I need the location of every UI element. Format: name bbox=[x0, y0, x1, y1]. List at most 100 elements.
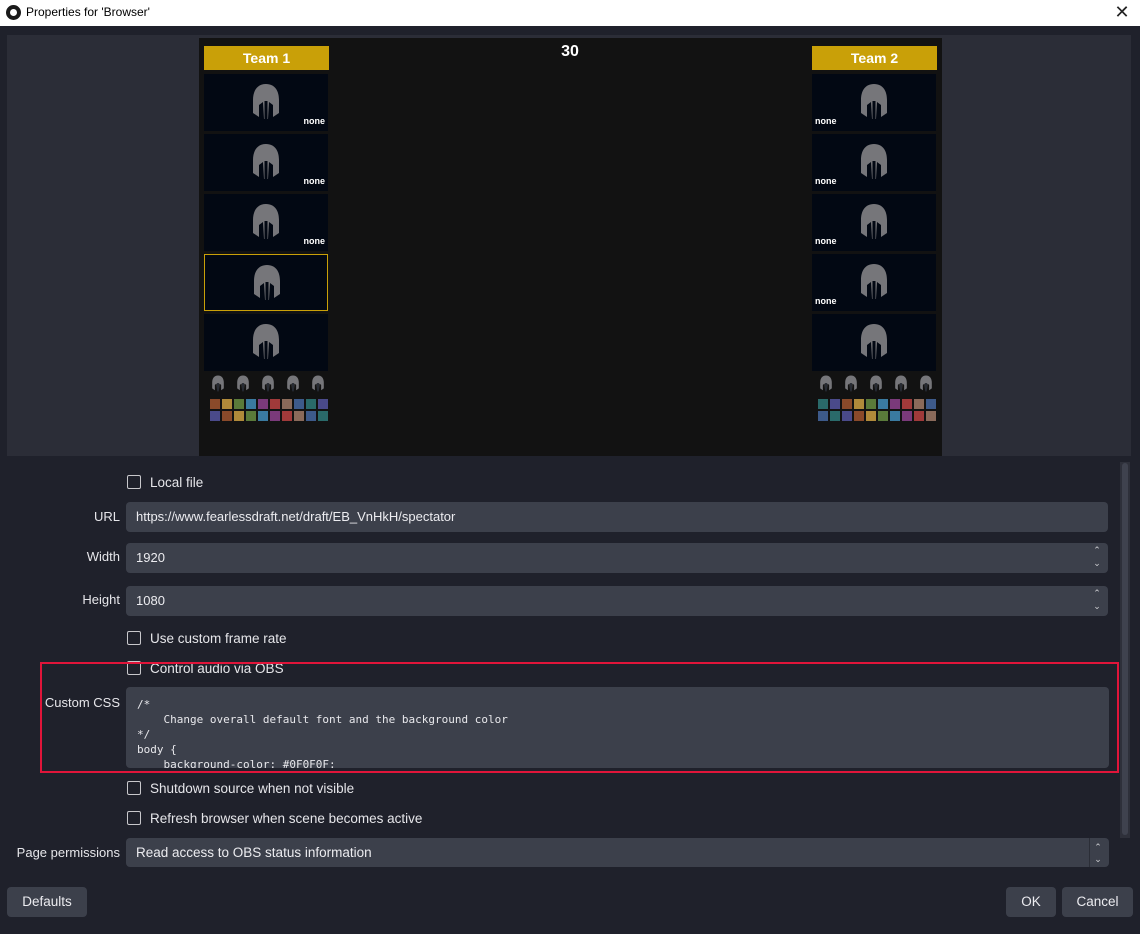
team1-pick-slot bbox=[204, 314, 328, 371]
champion-portrait bbox=[842, 399, 852, 409]
custom-frame-rate-checkbox[interactable] bbox=[127, 631, 141, 645]
champion-portrait bbox=[842, 411, 852, 421]
team2-pick-slot: none bbox=[812, 74, 936, 131]
team1-pick-slot: none bbox=[204, 74, 328, 131]
champion-portrait bbox=[282, 399, 292, 409]
champion-portrait bbox=[926, 399, 936, 409]
shutdown-source-checkbox[interactable] bbox=[127, 781, 141, 795]
champion-portrait bbox=[818, 399, 828, 409]
player-name: none bbox=[303, 116, 326, 126]
refresh-browser-label: Refresh browser when scene becomes activ… bbox=[150, 811, 423, 826]
ban-slot-icon bbox=[261, 375, 277, 393]
champion-portrait bbox=[854, 411, 864, 421]
height-value: 1080 bbox=[136, 593, 165, 608]
champion-portrait bbox=[210, 399, 220, 409]
ok-button[interactable]: OK bbox=[1006, 887, 1056, 917]
height-label: Height bbox=[82, 592, 120, 607]
team1-pick-slot: none bbox=[204, 194, 328, 251]
local-file-label: Local file bbox=[150, 475, 204, 490]
local-file-checkbox[interactable] bbox=[127, 475, 141, 489]
defaults-button[interactable]: Defaults bbox=[7, 887, 87, 917]
champion-portrait bbox=[830, 411, 840, 421]
champion-portrait bbox=[902, 411, 912, 421]
helmet-icon bbox=[251, 323, 281, 361]
helmet-icon bbox=[859, 143, 889, 181]
scrollbar-thumb[interactable] bbox=[1122, 463, 1128, 835]
team2-pick-slot bbox=[812, 314, 936, 371]
team2-header: Team 2 bbox=[812, 46, 937, 70]
champion-portrait bbox=[294, 399, 304, 409]
team1-header: Team 1 bbox=[204, 46, 329, 70]
champion-portrait bbox=[914, 411, 924, 421]
ban-slot-icon bbox=[894, 375, 910, 393]
custom-frame-rate-label: Use custom frame rate bbox=[150, 631, 287, 646]
player-name: none bbox=[303, 176, 326, 186]
width-label: Width bbox=[86, 549, 120, 564]
champion-portrait bbox=[222, 399, 232, 409]
obs-logo-icon bbox=[6, 5, 21, 20]
browser-preview: Team 1 30 Team 2 none none none none none non… bbox=[199, 38, 942, 456]
champion-portrait bbox=[210, 411, 220, 421]
team2-pick-slot: none bbox=[812, 194, 936, 251]
window-titlebar: Properties for 'Browser' ✕ bbox=[0, 0, 1140, 26]
champion-portrait bbox=[270, 411, 280, 421]
page-permissions-value: Read access to OBS status information bbox=[136, 845, 372, 860]
form-scrollbar[interactable] bbox=[1120, 462, 1130, 838]
champion-portrait bbox=[878, 399, 888, 409]
shutdown-source-label: Shutdown source when not visible bbox=[150, 781, 355, 796]
ban-slot-icon bbox=[286, 375, 302, 393]
width-value: 1920 bbox=[136, 550, 165, 565]
refresh-browser-checkbox[interactable] bbox=[127, 811, 141, 825]
helmet-icon bbox=[251, 143, 281, 181]
draft-timer: 30 bbox=[561, 43, 579, 60]
page-permissions-select[interactable]: Read access to OBS status information ⌃ ⌄ bbox=[126, 838, 1109, 867]
helmet-icon bbox=[859, 323, 889, 361]
champion-portrait bbox=[866, 399, 876, 409]
champion-portrait bbox=[282, 411, 292, 421]
champion-portrait bbox=[926, 411, 936, 421]
helmet-icon bbox=[859, 83, 889, 121]
player-name: none bbox=[303, 236, 326, 246]
champion-portrait bbox=[854, 399, 864, 409]
select-arrows-icon: ⌃ ⌄ bbox=[1094, 842, 1102, 864]
ban-slot-icon bbox=[236, 375, 252, 393]
close-icon[interactable]: ✕ bbox=[1110, 1, 1134, 23]
champion-portrait bbox=[890, 399, 900, 409]
width-stepper-icon[interactable]: ⌃ ⌄ bbox=[1090, 544, 1104, 572]
ban-slot-icon bbox=[311, 375, 327, 393]
helmet-icon bbox=[251, 83, 281, 121]
champion-portrait bbox=[318, 411, 328, 421]
champion-portrait bbox=[270, 399, 280, 409]
cancel-button[interactable]: Cancel bbox=[1062, 887, 1133, 917]
team2-pick-slot: none bbox=[812, 134, 936, 191]
height-stepper-icon[interactable]: ⌃ ⌄ bbox=[1090, 587, 1104, 615]
champion-portrait bbox=[258, 399, 268, 409]
champion-portrait bbox=[306, 399, 316, 409]
player-name: none bbox=[815, 236, 837, 246]
height-spinbox[interactable]: 1080 ⌃ ⌄ bbox=[126, 586, 1108, 616]
champion-portrait bbox=[306, 411, 316, 421]
team2-pick-slot: none bbox=[812, 254, 936, 311]
page-permissions-label: Page permissions bbox=[16, 845, 120, 860]
champion-portrait bbox=[222, 411, 232, 421]
champion-portrait bbox=[866, 411, 876, 421]
champion-portrait bbox=[234, 399, 244, 409]
highlight-box bbox=[40, 662, 1119, 773]
champion-portrait bbox=[246, 399, 256, 409]
champion-portrait bbox=[294, 411, 304, 421]
champion-portrait bbox=[258, 411, 268, 421]
ban-slot-icon bbox=[919, 375, 935, 393]
ban-slot-icon bbox=[819, 375, 835, 393]
url-input[interactable]: https://www.fearlessdraft.net/draft/EB_V… bbox=[126, 502, 1108, 532]
ban-slot-icon bbox=[869, 375, 885, 393]
helmet-icon bbox=[859, 203, 889, 241]
champion-portrait bbox=[818, 411, 828, 421]
helmet-icon bbox=[859, 263, 889, 301]
width-spinbox[interactable]: 1920 ⌃ ⌄ bbox=[126, 543, 1108, 573]
champion-portrait bbox=[234, 411, 244, 421]
team1-pick-slot bbox=[204, 254, 328, 311]
champion-portrait bbox=[914, 399, 924, 409]
player-name: none bbox=[815, 296, 837, 306]
champion-portrait bbox=[902, 399, 912, 409]
ban-slot-icon bbox=[844, 375, 860, 393]
